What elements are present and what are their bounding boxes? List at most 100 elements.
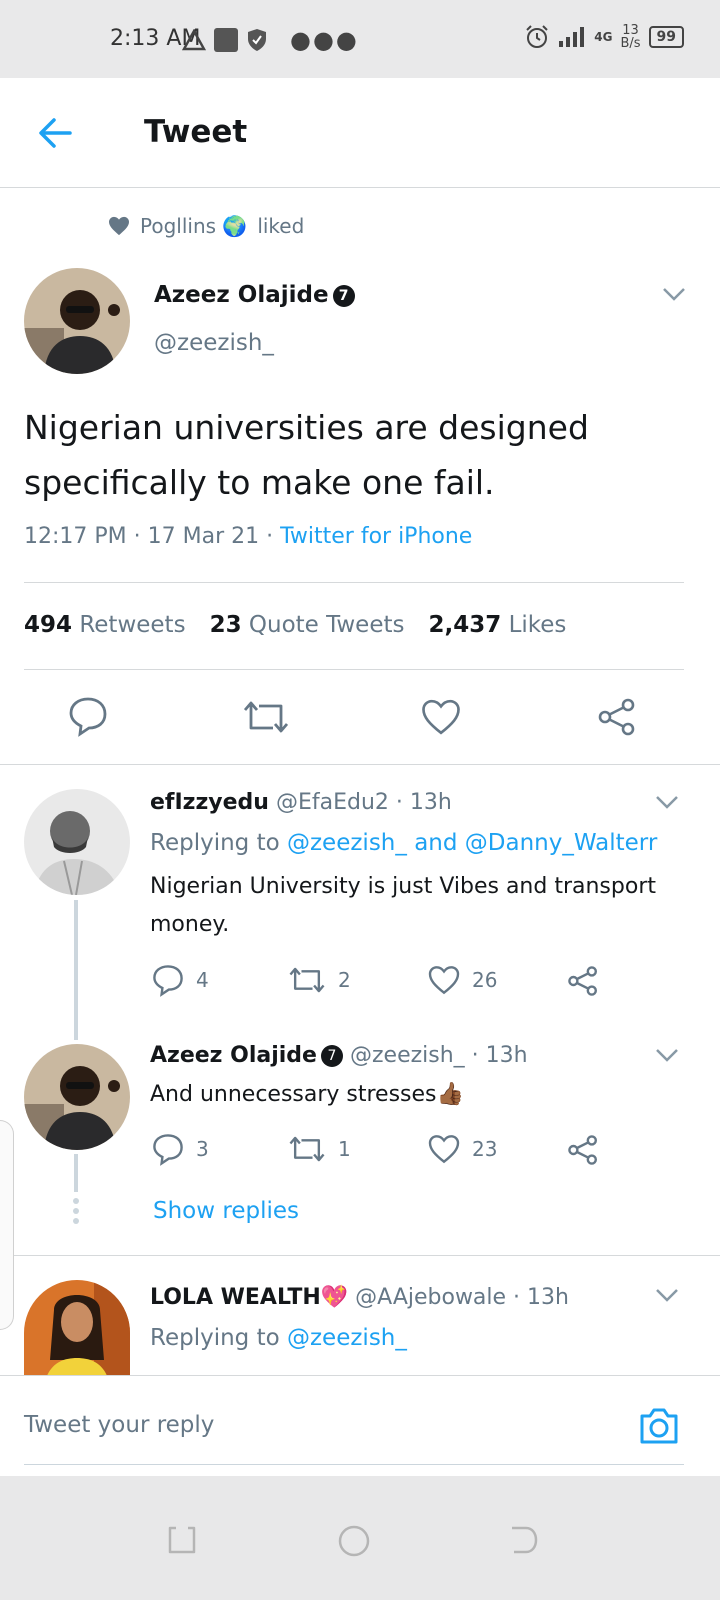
reply-header[interactable]: LOLA WEALTH💖 @AAjebowale · 13h: [150, 1285, 569, 1310]
chevron-down-icon[interactable]: [655, 1048, 679, 1062]
page-title: Tweet: [144, 114, 248, 150]
network-type: 4G: [594, 30, 613, 44]
verified-badge-icon: 7: [332, 284, 355, 307]
reply-avatar[interactable]: [24, 1280, 130, 1375]
retweet-icon: [289, 967, 325, 993]
divider: [0, 764, 720, 765]
author-name-row[interactable]: Azeez Olajide 7: [154, 282, 355, 308]
tweet-text: Nigerian universities are designed speci…: [24, 408, 589, 502]
avatar-image: [24, 789, 130, 895]
author-name: Azeez Olajide: [154, 282, 329, 308]
reply-icon[interactable]: [68, 695, 108, 737]
top-app-bar: Tweet: [0, 78, 720, 188]
share-icon[interactable]: [567, 965, 599, 997]
quotes-count: 23: [209, 612, 242, 638]
reply-composer: Tweet your reply: [0, 1375, 720, 1475]
net-speed: 13 B/s: [620, 24, 640, 50]
retweet-count: 1: [338, 1137, 351, 1161]
status-bar: 2:13 AM ●●● 4G 13 B/s 99: [0, 0, 720, 78]
reply-action-like[interactable]: 26: [428, 965, 497, 995]
retweets-stat[interactable]: 494 Retweets: [24, 612, 186, 638]
reply-handle: @EfaEdu2 · 13h: [275, 790, 452, 815]
reply-text: And unnecessary stresses👍🏾: [150, 1082, 464, 1107]
shield-icon: [248, 29, 266, 51]
liked-by-suffix: liked: [257, 214, 305, 238]
reply-header[interactable]: efIzzyedu @EfaEdu2 · 13h: [150, 790, 452, 815]
reply-action-reply[interactable]: 4: [152, 963, 209, 997]
back-arrow-icon[interactable]: [36, 114, 74, 152]
like-count: 26: [472, 968, 498, 992]
system-nav-bar: [0, 1476, 720, 1600]
reply-author-name: LOLA WEALTH💖: [150, 1285, 349, 1310]
reply-count: 4: [196, 968, 209, 992]
like-icon[interactable]: [421, 698, 461, 736]
like-icon: [428, 1135, 460, 1164]
divider: [0, 1255, 720, 1256]
warning-icon: [182, 29, 206, 51]
recents-icon[interactable]: [166, 1524, 198, 1556]
chevron-down-icon[interactable]: [655, 1288, 679, 1302]
reply-action-reply[interactable]: 3: [152, 1132, 209, 1166]
avatar-image: [24, 268, 130, 374]
replying-to-link[interactable]: @zeezish_: [287, 1325, 407, 1351]
retweet-icon[interactable]: [243, 698, 289, 736]
tweet-source-link[interactable]: Twitter for iPhone: [280, 524, 472, 549]
avatar-image: [24, 1280, 130, 1375]
reply-header[interactable]: Azeez Olajide 7 @zeezish_ · 13h: [150, 1043, 528, 1068]
reply-handle: @zeezish_ · 13h: [349, 1043, 528, 1068]
composer-underline: [24, 1464, 684, 1465]
chevron-down-icon[interactable]: [662, 287, 686, 301]
thread-line: [74, 900, 78, 1040]
share-icon[interactable]: [597, 697, 637, 737]
reply-icon: [153, 1134, 183, 1166]
verified-badge-icon: 7: [320, 1045, 343, 1067]
tweet-stats: 494 Retweets 23 Quote Tweets 2,437 Likes: [24, 612, 566, 638]
divider: [24, 669, 684, 670]
back-icon[interactable]: [508, 1524, 540, 1556]
social-context[interactable]: Pogllins 🌍 liked: [108, 214, 304, 238]
retweets-label: Retweets: [79, 612, 186, 638]
show-replies-link[interactable]: Show replies: [153, 1198, 299, 1224]
liked-by-name: Pogllins 🌍: [140, 214, 248, 238]
retweet-count: 2: [338, 968, 351, 992]
battery-indicator: 99: [648, 26, 684, 48]
app-icon: [214, 28, 238, 52]
divider: [24, 582, 684, 583]
chevron-down-icon[interactable]: [655, 795, 679, 809]
author-handle[interactable]: @zeezish_: [154, 330, 274, 356]
quotes-stat[interactable]: 23 Quote Tweets: [210, 612, 405, 638]
likes-label: Likes: [508, 612, 567, 638]
tweet-meta: 12:17 PM · 17 Mar 21 · Twitter for iPhon…: [24, 524, 472, 549]
reply-input[interactable]: Tweet your reply: [24, 1412, 214, 1438]
tweet-timestamp: 12:17 PM · 17 Mar 21 ·: [24, 524, 281, 549]
tweet-action-bar: [0, 695, 720, 741]
retweets-count: 494: [24, 612, 73, 638]
share-icon[interactable]: [567, 1134, 599, 1166]
retweet-icon: [289, 1136, 325, 1162]
likes-stat[interactable]: 2,437 Likes: [428, 612, 566, 638]
reply-author-name: Azeez Olajide: [150, 1043, 317, 1068]
thread-line: [74, 1154, 78, 1192]
more-dots-icon: ●●●: [290, 26, 359, 54]
reply-avatar[interactable]: [24, 1044, 130, 1150]
author-avatar[interactable]: [24, 268, 130, 374]
reply-action-like[interactable]: 23: [428, 1134, 497, 1164]
camera-icon[interactable]: [638, 1406, 680, 1446]
avatar-image: [24, 1044, 130, 1150]
reply-count: 3: [196, 1137, 209, 1161]
like-icon: [428, 966, 460, 995]
reply-action-retweet[interactable]: 1: [288, 1134, 351, 1164]
likes-count: 2,437: [428, 612, 502, 638]
reply-author-name: efIzzyedu: [150, 790, 269, 815]
reply-icon: [153, 965, 183, 997]
thread-dots: [73, 1198, 79, 1224]
replying-to-prefix: Replying to: [150, 830, 287, 856]
reply-action-retweet[interactable]: 2: [288, 965, 351, 995]
signal-icon: [559, 27, 585, 47]
edge-panel-handle[interactable]: [0, 1120, 14, 1330]
reply-avatar[interactable]: [24, 789, 130, 895]
replying-to-link[interactable]: @zeezish_ and @Danny_Walterr: [287, 830, 657, 856]
home-icon[interactable]: [337, 1524, 371, 1558]
alarm-icon: [526, 25, 548, 48]
quotes-label: Quote Tweets: [248, 612, 405, 638]
